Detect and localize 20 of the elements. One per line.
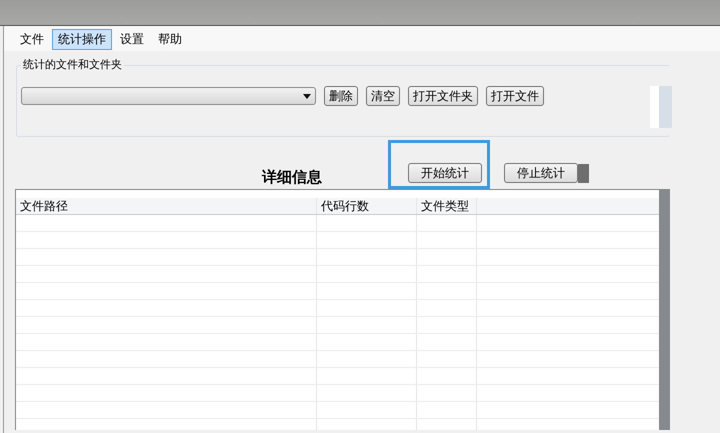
action-button[interactable]: 删除: [324, 86, 358, 106]
action-button[interactable]: 打开文件夹: [408, 86, 478, 106]
column-header[interactable]: 文件类型: [417, 198, 477, 214]
menu-item[interactable]: 统计操作: [52, 29, 112, 50]
scrollbar[interactable]: [650, 86, 672, 128]
panel-edge: [578, 164, 589, 183]
group-title: 统计的文件和文件夹: [21, 57, 124, 72]
menu-item[interactable]: 帮助: [152, 29, 188, 50]
column-header[interactable]: 代码行数: [317, 198, 417, 214]
scrollbar[interactable]: [659, 190, 670, 430]
section-title: 详细信息: [262, 168, 322, 187]
menu-item[interactable]: 设置: [114, 29, 150, 50]
action-button[interactable]: 清空: [366, 86, 400, 106]
action-button[interactable]: 开始统计: [408, 163, 482, 183]
action-button[interactable]: 停止统计: [504, 163, 578, 183]
menu-item[interactable]: 文件: [14, 29, 50, 50]
action-button[interactable]: 打开文件: [486, 86, 544, 106]
caret-icon: [303, 94, 311, 98]
path-dropdown[interactable]: [21, 87, 316, 105]
column-header[interactable]: 文件路径: [16, 198, 317, 214]
